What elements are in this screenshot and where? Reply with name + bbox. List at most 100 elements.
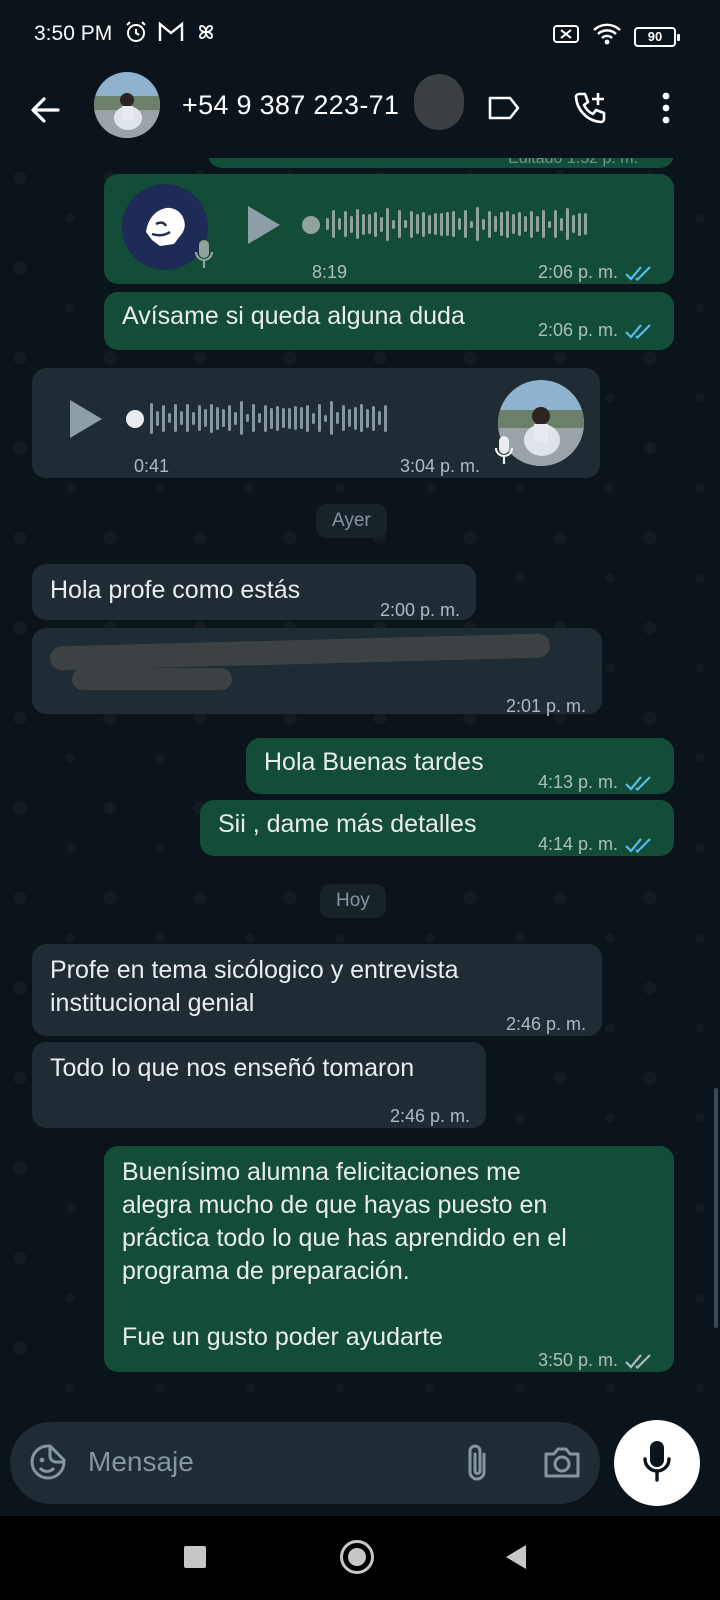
message-time: 2:46 p. m.	[505, 1014, 586, 1034]
more-vert-icon[interactable]	[644, 86, 688, 130]
redaction-blob	[49, 633, 551, 671]
message-text: Sii , dame más detalles	[218, 810, 477, 838]
system-back-button[interactable]	[506, 1545, 526, 1569]
status-time: 3:50 PM	[34, 22, 113, 45]
waveform-bar	[404, 220, 407, 228]
voice-message-outgoing[interactable]: 8:19 2:06 p. m.	[104, 174, 674, 284]
message-time: 2:46 p. m.	[389, 1106, 470, 1126]
waveform-bar	[542, 210, 545, 238]
waveform-bar	[548, 220, 551, 228]
waveform-bar	[282, 408, 285, 428]
waveform-bar	[584, 213, 587, 235]
waveform-bar	[264, 404, 267, 432]
waveform-bar	[338, 218, 341, 230]
home-button[interactable]	[340, 1540, 374, 1574]
redaction-blob	[72, 668, 232, 690]
label-icon[interactable]	[482, 86, 526, 130]
message-meta: 3:04 p. m.	[400, 450, 480, 483]
message-bubble-outgoing[interactable]: Buenísimo alumna felicitaciones me alegr…	[104, 1146, 674, 1372]
voice-waveform[interactable]	[326, 204, 587, 244]
voice-progress-dot[interactable]	[126, 410, 144, 428]
waveform-bar	[378, 411, 381, 425]
recents-button[interactable]	[184, 1546, 206, 1568]
back-arrow-icon[interactable]	[26, 90, 66, 130]
message-line	[122, 1288, 656, 1321]
message-bubble-incoming[interactable]: Hola profe como estás 2:00 p. m.	[32, 564, 476, 620]
waveform-bar	[210, 403, 213, 433]
waveform-bar	[300, 407, 303, 429]
message-time: 3:50 p. m.	[537, 1350, 618, 1370]
waveform-bar	[410, 210, 413, 238]
message-time: 3:04 p. m.	[399, 456, 480, 476]
message-line: programa de preparación.	[122, 1257, 410, 1285]
waveform-bar	[554, 210, 557, 238]
voice-message-incoming[interactable]: 0:41 3:04 p. m.	[32, 368, 600, 478]
waveform-bar	[500, 212, 503, 236]
waveform-bar	[330, 401, 333, 435]
voice-record-button[interactable]	[614, 1420, 700, 1506]
message-text: Todo lo que nos enseñó tomaron	[50, 1054, 415, 1082]
system-nav-bar	[0, 1516, 720, 1600]
chat-area[interactable]: Editado 1:52 p. m. 8:19 2:06 p. m. Avísa…	[0, 158, 720, 1406]
add-call-icon[interactable]	[568, 86, 612, 130]
waveform-bar	[312, 412, 315, 424]
scrollbar[interactable]	[714, 1088, 718, 1328]
message-input[interactable]: Mensaje	[88, 1446, 194, 1478]
camera-icon[interactable]	[542, 1444, 582, 1485]
message-bubble-outgoing[interactable]: Avísame si queda alguna duda 2:06 p. m.	[104, 292, 674, 350]
waveform-bar	[252, 404, 255, 432]
date-divider: Ayer	[316, 504, 387, 538]
waveform-bar	[464, 210, 467, 238]
waveform-bar	[470, 220, 473, 228]
waveform-bar	[324, 414, 327, 422]
message-bubble-incoming[interactable]: 2:01 p. m.	[32, 628, 602, 716]
play-button[interactable]	[70, 400, 102, 438]
waveform-bar	[572, 215, 575, 233]
waveform-bar	[416, 214, 419, 234]
waveform-bar	[578, 212, 581, 236]
message-bubble-outgoing[interactable]: Hola Buenas tardes 4:13 p. m.	[246, 738, 674, 794]
contact-name[interactable]: +54 9 387 223-71	[182, 90, 399, 121]
voice-waveform[interactable]	[150, 398, 387, 438]
redaction-blob	[414, 74, 464, 130]
waveform-bar	[494, 216, 497, 232]
attach-icon[interactable]	[462, 1442, 492, 1489]
waveform-bar	[524, 216, 527, 232]
waveform-bar	[162, 404, 165, 432]
waveform-bar	[350, 215, 353, 233]
message-bubble-incoming[interactable]: Todo lo que nos enseñó tomaron 2:46 p. m…	[32, 1042, 486, 1128]
waveform-bar	[342, 405, 345, 431]
waveform-bar	[222, 409, 225, 427]
message-bubble-outgoing[interactable]: Sii , dame más detalles 4:14 p. m.	[200, 800, 674, 856]
waveform-bar	[452, 211, 455, 237]
message-meta: 2:06 p. m.	[538, 256, 654, 289]
voice-duration: 0:41	[134, 456, 170, 476]
voice-progress-dot[interactable]	[302, 216, 320, 234]
message-time: 4:14 p. m.	[537, 834, 618, 854]
contact-avatar[interactable]	[94, 72, 160, 138]
waveform-bar	[356, 209, 359, 239]
message-bubble-incoming[interactable]: Profe en tema sicólogico y entrevista in…	[32, 944, 602, 1036]
waveform-bar	[566, 208, 569, 240]
waveform-bar	[288, 407, 291, 429]
waveform-bar	[150, 402, 153, 434]
waveform-bar	[344, 211, 347, 237]
read-ticks-icon	[625, 837, 651, 853]
waveform-bar	[276, 405, 279, 431]
message-bubble-outgoing[interactable]: Editado 1:52 p. m.	[208, 158, 674, 168]
waveform-bar	[392, 219, 395, 229]
waveform-bar	[306, 404, 309, 432]
message-text: Hola profe como estás	[50, 576, 301, 604]
waveform-bar	[270, 407, 273, 429]
waveform-bar	[386, 207, 389, 241]
waveform-bar	[156, 410, 159, 426]
message-time: 4:13 p. m.	[537, 772, 618, 792]
waveform-bar	[240, 401, 243, 435]
message-input-bar[interactable]: Mensaje	[10, 1422, 600, 1504]
play-button[interactable]	[248, 206, 280, 244]
emoji-icon[interactable]	[28, 1442, 68, 1487]
message-meta: 2:00 p. m.	[380, 594, 460, 627]
waveform-bar	[332, 210, 335, 238]
read-ticks-icon	[625, 265, 651, 281]
waveform-bar	[216, 406, 219, 430]
